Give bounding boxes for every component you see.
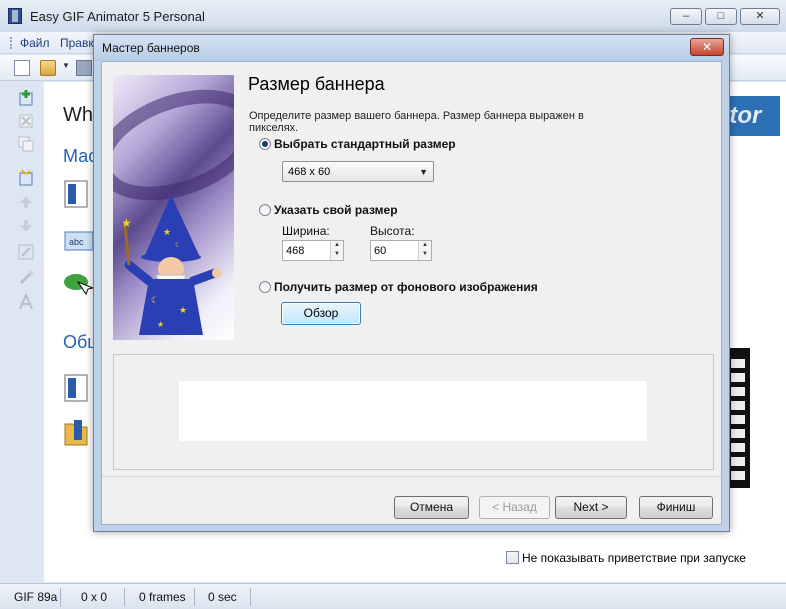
statusbar: GIF 89a 0 x 0 0 frames 0 sec xyxy=(0,583,786,609)
new-file-icon[interactable] xyxy=(14,60,30,76)
animation-wizard-icon[interactable] xyxy=(64,180,88,208)
status-format: GIF 89a xyxy=(14,590,58,604)
status-size: 0 x 0 xyxy=(81,590,108,604)
next-button[interactable]: Next > xyxy=(555,496,627,519)
width-value: 468 xyxy=(286,245,305,257)
button-wizard-icon[interactable] xyxy=(62,270,94,298)
resize-icon[interactable] xyxy=(18,244,34,260)
button-separator xyxy=(102,476,721,477)
width-stepper[interactable]: 468 ▲ ▼ xyxy=(282,240,344,261)
dialog-titlebar: Мастер баннеров ✕ xyxy=(94,35,729,61)
banner-wizard-dialog: Мастер баннеров ✕ ★ ☾ ☾ ★ ★ ★ Размер бан… xyxy=(93,34,730,532)
app-title: Easy GIF Animator 5 Personal xyxy=(30,9,205,24)
cancel-button[interactable]: Отмена xyxy=(394,496,469,519)
add-frame-icon[interactable] xyxy=(18,90,34,106)
standard-size-value: 468 x 60 xyxy=(288,166,331,178)
move-up-icon[interactable] xyxy=(18,194,34,210)
height-value: 60 xyxy=(374,245,387,257)
svg-text:abc: abc xyxy=(69,237,84,247)
browse-button[interactable]: Обзор xyxy=(281,302,361,325)
menu-edit[interactable]: Правк xyxy=(60,36,94,50)
open-folder-icon[interactable] xyxy=(40,60,56,76)
text-wizard-icon[interactable]: abc xyxy=(64,228,94,256)
dialog-body: ★ ☾ ☾ ★ ★ ★ Размер баннера Определите ра… xyxy=(101,61,722,525)
svg-text:☾: ☾ xyxy=(151,295,159,305)
status-divider xyxy=(250,588,251,606)
new-animation-icon[interactable] xyxy=(64,374,88,402)
show-on-start-checkbox[interactable] xyxy=(506,551,519,564)
chevron-down-icon: ▼ xyxy=(419,167,428,177)
open-animation-icon[interactable] xyxy=(64,418,88,446)
width-up-icon[interactable]: ▲ xyxy=(331,241,343,250)
dialog-title: Мастер баннеров xyxy=(102,41,200,55)
dialog-close-button[interactable]: ✕ xyxy=(690,38,724,56)
wizard-character-icon: ★ ☾ ☾ ★ ★ ★ xyxy=(123,195,222,335)
maximize-button[interactable]: □ xyxy=(705,8,737,25)
width-label: Ширина: xyxy=(282,224,330,238)
svg-text:☾: ☾ xyxy=(175,242,181,249)
banner-preview xyxy=(179,381,647,441)
side-toolbar xyxy=(10,84,40,324)
insert-frame-icon[interactable] xyxy=(18,170,34,186)
width-down-icon[interactable]: ▼ xyxy=(331,250,343,259)
status-divider xyxy=(194,588,195,606)
image-size-label[interactable]: Получить размер от фонового изображения xyxy=(274,280,538,294)
effects-icon[interactable] xyxy=(18,270,34,286)
custom-size-label[interactable]: Указать свой размер xyxy=(274,203,398,217)
svg-text:★: ★ xyxy=(123,216,132,230)
page-heading: Размер баннера xyxy=(248,74,385,94)
duplicate-frame-icon[interactable] xyxy=(18,136,34,152)
move-down-icon[interactable] xyxy=(18,218,34,234)
status-time: 0 sec xyxy=(208,590,237,604)
svg-text:★: ★ xyxy=(163,227,171,237)
page-description: Определите размер вашего баннера. Размер… xyxy=(249,110,584,134)
show-on-start-label: Не показывать приветствие при запуске xyxy=(522,551,746,565)
save-icon[interactable] xyxy=(76,60,92,76)
wizard-illustration: ★ ☾ ☾ ★ ★ ★ xyxy=(113,75,234,340)
status-divider xyxy=(60,588,61,606)
delete-frame-icon[interactable] xyxy=(18,112,34,128)
standard-size-radio[interactable] xyxy=(259,138,271,150)
text-icon[interactable] xyxy=(18,294,34,310)
banner-preview-frame xyxy=(113,354,714,470)
open-dropdown-icon[interactable]: ▼ xyxy=(62,61,70,70)
height-down-icon[interactable]: ▼ xyxy=(419,250,431,259)
image-size-radio[interactable] xyxy=(259,281,271,293)
custom-size-radio[interactable] xyxy=(259,204,271,216)
svg-text:★: ★ xyxy=(179,305,187,315)
height-up-icon[interactable]: ▲ xyxy=(419,241,431,250)
standard-size-label[interactable]: Выбрать стандартный размер xyxy=(274,137,456,151)
back-button[interactable]: < Назад xyxy=(479,496,550,519)
main-titlebar: Easy GIF Animator 5 Personal – □ ✕ xyxy=(0,0,786,32)
menu-file[interactable]: Файл xyxy=(20,36,50,50)
finish-button[interactable]: Финиш xyxy=(639,496,713,519)
height-label: Высота: xyxy=(370,224,415,238)
height-stepper[interactable]: 60 ▲ ▼ xyxy=(370,240,432,261)
minimize-button[interactable]: – xyxy=(670,8,702,25)
svg-text:★: ★ xyxy=(157,320,164,329)
close-button[interactable]: ✕ xyxy=(740,8,780,25)
welcome-title: Wh xyxy=(63,104,93,126)
standard-size-select[interactable]: 468 x 60 ▼ xyxy=(282,161,434,182)
status-divider xyxy=(124,588,125,606)
status-frames: 0 frames xyxy=(139,590,186,604)
app-icon xyxy=(8,8,22,24)
menubar-grip xyxy=(10,37,13,49)
